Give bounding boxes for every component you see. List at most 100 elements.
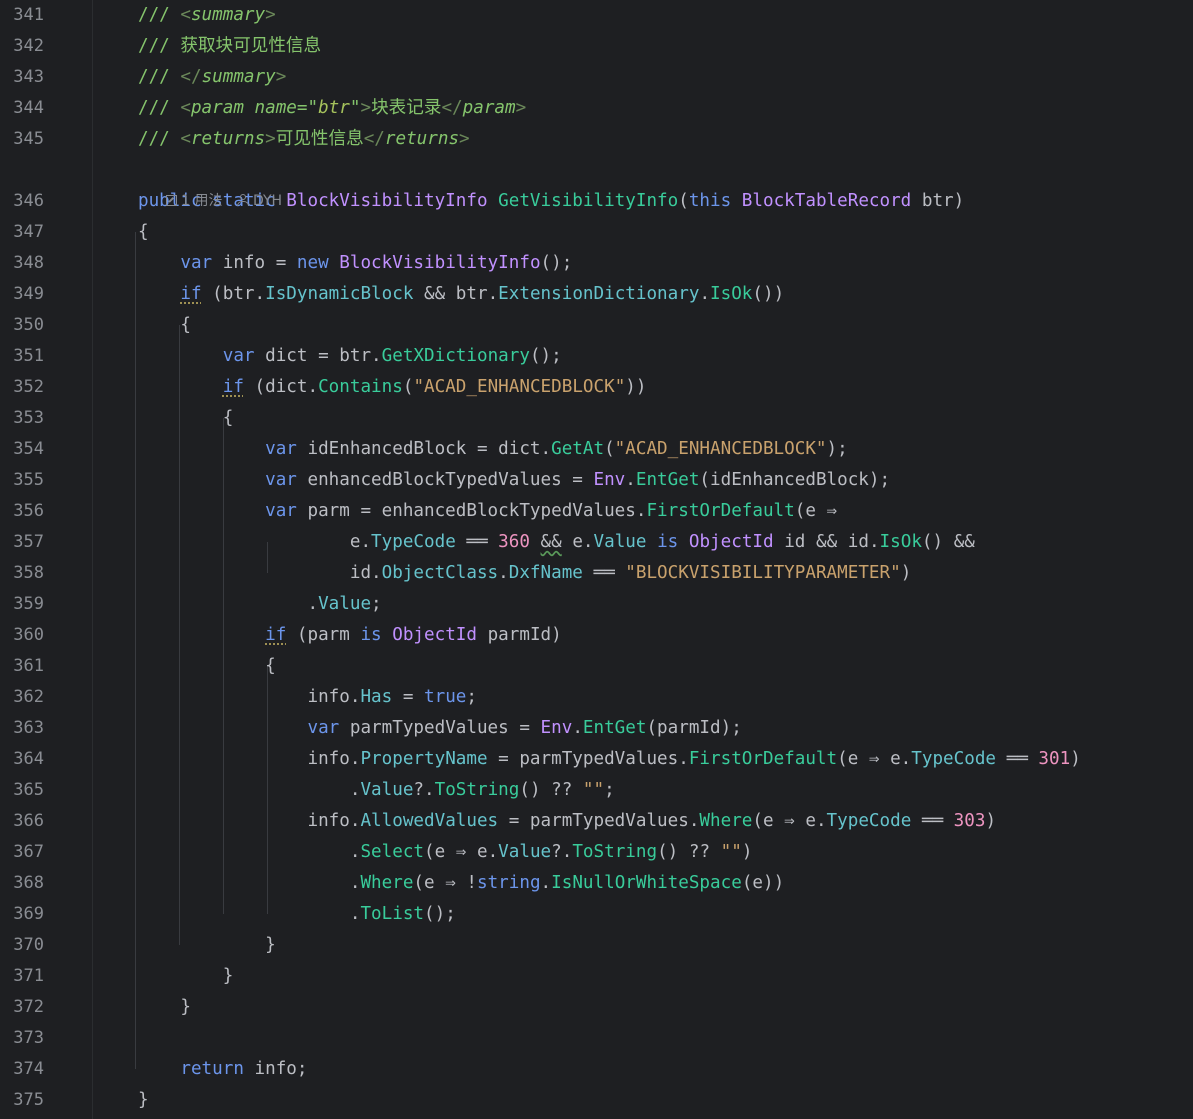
code-text[interactable]: .Select(e ⇒ e.Value?.ToString() ?? "")	[138, 837, 753, 868]
code-text[interactable]: var dict = btr.GetXDictionary();	[138, 341, 562, 372]
line-number[interactable]: 352	[0, 372, 44, 403]
code-line[interactable]: 350 {	[0, 310, 1193, 341]
code-line[interactable]: 347{	[0, 217, 1193, 248]
code-line[interactable]: 344 /// <param name="btr">块表记录</param>	[0, 93, 1193, 124]
line-number[interactable]: 342	[0, 31, 44, 62]
code-text[interactable]: /// 获取块可见性信息	[138, 31, 321, 62]
line-number[interactable]: 369	[0, 899, 44, 930]
code-text[interactable]: /// <returns>可见性信息</returns>	[138, 124, 470, 155]
code-text[interactable]: var parmTypedValues = Env.EntGet(parmId)…	[138, 713, 741, 744]
code-text[interactable]: }	[138, 930, 276, 961]
line-number[interactable]: 368	[0, 868, 44, 899]
code-line[interactable]: 345 /// <returns>可见性信息</returns>	[0, 124, 1193, 155]
line-number[interactable]: 363	[0, 713, 44, 744]
line-number[interactable]: 355	[0, 465, 44, 496]
code-text[interactable]: /// </summary>	[138, 62, 286, 93]
code-line[interactable]: 354 var idEnhancedBlock = dict.GetAt("AC…	[0, 434, 1193, 465]
code-text[interactable]: }	[138, 961, 234, 992]
author-hint[interactable]: DYH	[236, 193, 282, 209]
code-text[interactable]: info.PropertyName = parmTypedValues.Firs…	[138, 744, 1080, 775]
code-line[interactable]: 373	[0, 1023, 1193, 1054]
code-text[interactable]: info.AllowedValues = parmTypedValues.Whe…	[138, 806, 996, 837]
code-text[interactable]: id.ObjectClass.DxfName ══ "BLOCKVISIBILI…	[138, 558, 911, 589]
line-number[interactable]: 350	[0, 310, 44, 341]
line-number[interactable]: 354	[0, 434, 44, 465]
code-text[interactable]: info.Has = true;	[138, 682, 477, 713]
code-text[interactable]: if (dict.Contains("ACAD_ENHANCEDBLOCK"))	[138, 372, 647, 403]
line-number[interactable]: 351	[0, 341, 44, 372]
line-number[interactable]: 366	[0, 806, 44, 837]
line-number[interactable]: 353	[0, 403, 44, 434]
line-number[interactable]: 349	[0, 279, 44, 310]
line-number[interactable]: 372	[0, 992, 44, 1023]
line-number[interactable]: 343	[0, 62, 44, 93]
line-number[interactable]: 346	[0, 186, 44, 217]
line-number[interactable]: 359	[0, 589, 44, 620]
code-text[interactable]: .Value;	[138, 589, 381, 620]
code-text[interactable]: return info;	[138, 1054, 307, 1085]
code-line[interactable]: 342 /// 获取块可见性信息	[0, 31, 1193, 62]
code-editor[interactable]: 341 /// <summary> 342 /// 获取块可见性信息 343 /// </…	[0, 0, 1193, 1119]
code-line[interactable]: 352 if (dict.Contains("ACAD_ENHANCEDBLOC…	[0, 372, 1193, 403]
code-text[interactable]: var parm = enhancedBlockTypedValues.Firs…	[138, 496, 837, 527]
line-number[interactable]: 374	[0, 1054, 44, 1085]
code-line[interactable]: 359 .Value;	[0, 589, 1193, 620]
line-number[interactable]: 371	[0, 961, 44, 992]
code-text[interactable]: e.TypeCode ══ 360 && e.Value is ObjectId…	[138, 527, 975, 558]
code-line[interactable]: 368 .Where(e ⇒ !string.IsNullOrWhiteSpac…	[0, 868, 1193, 899]
usages-link[interactable]: 1 用法	[165, 193, 223, 209]
code-line[interactable]: 372 }	[0, 992, 1193, 1023]
line-number[interactable]: 341	[0, 0, 44, 31]
code-text[interactable]: {	[138, 651, 276, 682]
line-number[interactable]: 367	[0, 837, 44, 868]
code-text[interactable]: if (btr.IsDynamicBlock && btr.ExtensionD…	[138, 279, 784, 310]
code-text[interactable]: .ToList();	[138, 899, 456, 930]
line-number[interactable]: 348	[0, 248, 44, 279]
code-line[interactable]: 349 if (btr.IsDynamicBlock && btr.Extens…	[0, 279, 1193, 310]
code-text[interactable]: /// <summary>	[138, 0, 276, 31]
code-line[interactable]: 362 info.Has = true;	[0, 682, 1193, 713]
code-text[interactable]: var enhancedBlockTypedValues = Env.EntGe…	[138, 465, 890, 496]
code-line[interactable]: 348 var info = new BlockVisibilityInfo()…	[0, 248, 1193, 279]
line-number[interactable]: 357	[0, 527, 44, 558]
code-line[interactable]: 369 .ToList();	[0, 899, 1193, 930]
line-number[interactable]: 373	[0, 1023, 44, 1054]
line-number[interactable]: 370	[0, 930, 44, 961]
code-line[interactable]: 356 var parm = enhancedBlockTypedValues.…	[0, 496, 1193, 527]
line-number[interactable]: 356	[0, 496, 44, 527]
line-number[interactable]: 347	[0, 217, 44, 248]
code-line[interactable]: 374 return info;	[0, 1054, 1193, 1085]
line-number[interactable]: 344	[0, 93, 44, 124]
code-text[interactable]: .Where(e ⇒ !string.IsNullOrWhiteSpace(e)…	[138, 868, 784, 899]
code-text[interactable]: if (parm is ObjectId parmId)	[138, 620, 562, 651]
line-number[interactable]: 364	[0, 744, 44, 775]
code-line[interactable]: 364 info.PropertyName = parmTypedValues.…	[0, 744, 1193, 775]
code-line[interactable]: 365 .Value?.ToString() ?? "";	[0, 775, 1193, 806]
code-line[interactable]: 357 e.TypeCode ══ 360 && e.Value is Obje…	[0, 527, 1193, 558]
code-text[interactable]: .Value?.ToString() ?? "";	[138, 775, 615, 806]
code-line[interactable]: 343 /// </summary>	[0, 62, 1193, 93]
code-line[interactable]: 370 }	[0, 930, 1193, 961]
code-line[interactable]: 363 var parmTypedValues = Env.EntGet(par…	[0, 713, 1193, 744]
code-line[interactable]: 366 info.AllowedValues = parmTypedValues…	[0, 806, 1193, 837]
code-line[interactable]: 341 /// <summary>	[0, 0, 1193, 31]
line-number[interactable]: 365	[0, 775, 44, 806]
line-number[interactable]: 360	[0, 620, 44, 651]
code-line[interactable]: 361 {	[0, 651, 1193, 682]
code-line[interactable]: 375}	[0, 1085, 1193, 1116]
code-text[interactable]: }	[138, 1085, 149, 1116]
line-number[interactable]: 345	[0, 124, 44, 155]
code-text[interactable]: }	[138, 992, 191, 1023]
code-line[interactable]: 360 if (parm is ObjectId parmId)	[0, 620, 1193, 651]
line-number[interactable]: 362	[0, 682, 44, 713]
code-line[interactable]: 353 {	[0, 403, 1193, 434]
code-line[interactable]: 358 id.ObjectClass.DxfName ══ "BLOCKVISI…	[0, 558, 1193, 589]
code-text[interactable]: var idEnhancedBlock = dict.GetAt("ACAD_E…	[138, 434, 848, 465]
code-text[interactable]: var info = new BlockVisibilityInfo();	[138, 248, 572, 279]
code-line[interactable]: 371 }	[0, 961, 1193, 992]
code-line[interactable]: 367 .Select(e ⇒ e.Value?.ToString() ?? "…	[0, 837, 1193, 868]
code-text[interactable]: /// <param name="btr">块表记录</param>	[138, 93, 526, 124]
line-number[interactable]: 375	[0, 1085, 44, 1116]
line-number[interactable]: 358	[0, 558, 44, 589]
code-text[interactable]: {	[138, 403, 234, 434]
